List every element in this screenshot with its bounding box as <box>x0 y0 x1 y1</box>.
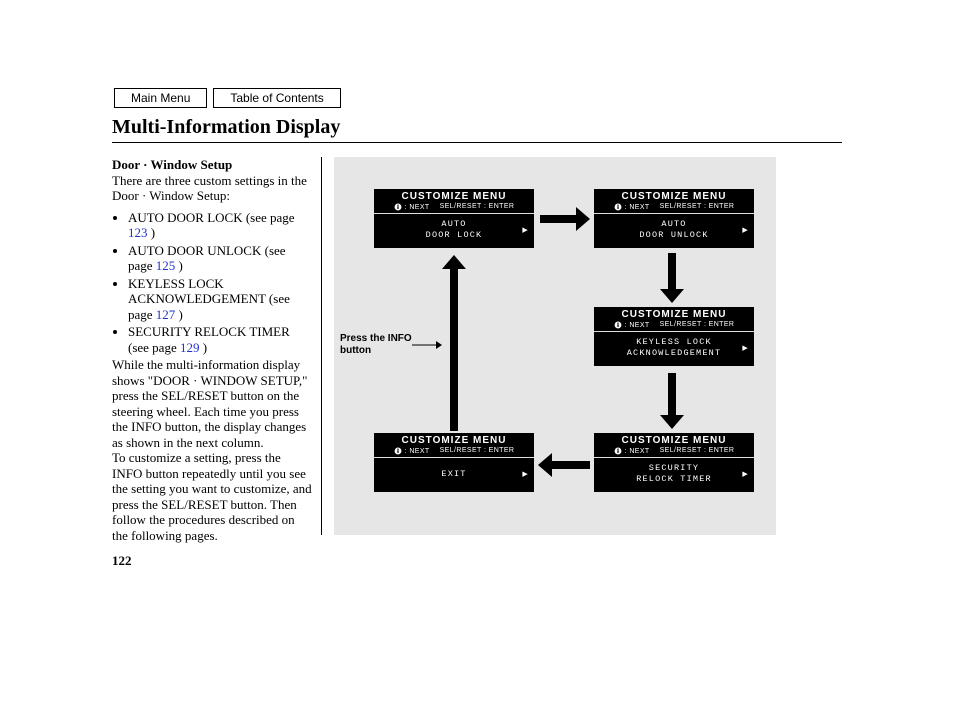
page-title: Multi-Information Display <box>112 116 842 139</box>
list-item: SECURITY RELOCK TIMER (see page 129 ) <box>128 324 312 355</box>
menu-screen-exit: CUSTOMIZE MENU : NEXT SEL/RESET : ENTER … <box>374 433 534 492</box>
menu-screen-auto-door-lock: CUSTOMIZE MENU : NEXT SEL/RESET : ENTER … <box>374 189 534 248</box>
screen-header: CUSTOMIZE MENU <box>374 189 534 203</box>
paragraph: To customize a setting, press the INFO b… <box>112 450 312 543</box>
chevron-right-icon: ▶ <box>522 470 529 481</box>
list-item: AUTO DOOR UNLOCK (see page 125 ) <box>128 243 312 274</box>
thin-arrow-right-icon <box>412 337 442 355</box>
info-icon: : NEXT <box>614 203 650 211</box>
page-link[interactable]: 127 <box>156 307 176 322</box>
intro-text: There are three custom settings in the D… <box>112 173 312 204</box>
page-title-row: Multi-Information Display <box>112 116 842 143</box>
arrow-up-icon <box>442 255 466 436</box>
chevron-right-icon: ▶ <box>522 226 529 237</box>
arrow-down-icon <box>660 373 684 434</box>
menu-screen-keyless-lock-ack: CUSTOMIZE MENU : NEXT SEL/RESET : ENTER … <box>594 307 754 366</box>
page-link[interactable]: 125 <box>156 258 176 273</box>
nav-button-row: Main Menu Table of Contents <box>114 88 842 108</box>
chevron-right-icon: ▶ <box>742 226 749 237</box>
info-note: Press the INFO button <box>340 333 412 357</box>
flow-diagram: CUSTOMIZE MENU : NEXT SEL/RESET : ENTER … <box>334 157 776 535</box>
menu-screen-auto-door-unlock: CUSTOMIZE MENU : NEXT SEL/RESET : ENTER … <box>594 189 754 248</box>
settings-list: AUTO DOOR LOCK (see page 123 ) AUTO DOOR… <box>112 210 312 356</box>
main-menu-button[interactable]: Main Menu <box>114 88 207 108</box>
screen-subheader: : NEXT SEL/RESET : ENTER <box>374 203 534 214</box>
info-icon: : NEXT <box>394 447 430 455</box>
paragraph: While the multi-information display show… <box>112 357 312 450</box>
section-subhead: Door · Window Setup <box>112 157 232 172</box>
info-icon: : NEXT <box>614 321 650 329</box>
chevron-right-icon: ▶ <box>742 470 749 481</box>
list-item: KEYLESS LOCK ACKNOWLEDGEMENT (see page 1… <box>128 276 312 323</box>
info-icon: : NEXT <box>614 447 650 455</box>
page-number: 122 <box>112 553 842 569</box>
left-column: Door · Window Setup There are three cust… <box>112 157 312 543</box>
page-link[interactable]: 123 <box>128 225 148 240</box>
chevron-right-icon: ▶ <box>742 344 749 355</box>
arrow-right-icon <box>540 207 590 236</box>
arrow-left-icon <box>538 453 590 482</box>
menu-screen-security-relock-timer: CUSTOMIZE MENU : NEXT SEL/RESET : ENTER … <box>594 433 754 492</box>
list-item: AUTO DOOR LOCK (see page 123 ) <box>128 210 312 241</box>
page-link[interactable]: 129 <box>180 340 200 355</box>
info-icon: : NEXT <box>394 203 430 211</box>
arrow-down-icon <box>660 253 684 308</box>
table-of-contents-button[interactable]: Table of Contents <box>213 88 340 108</box>
